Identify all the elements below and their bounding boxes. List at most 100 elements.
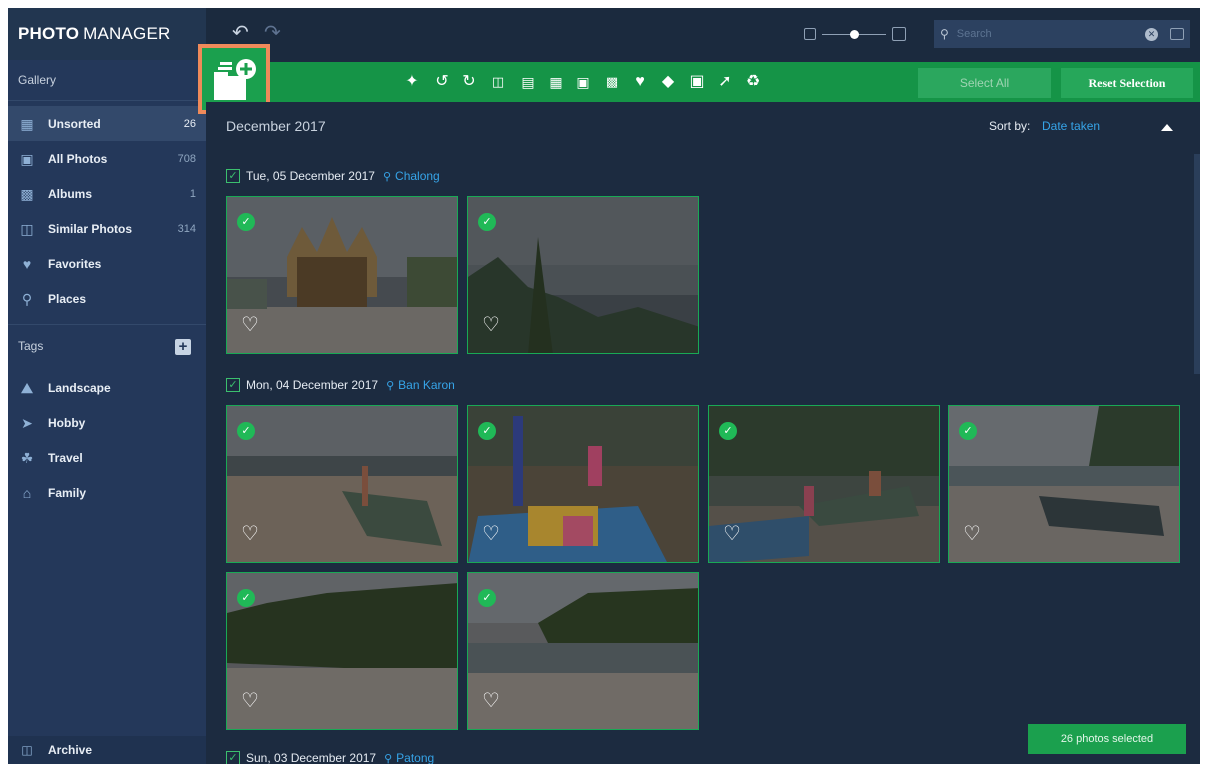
favorite-heart-icon[interactable]: ♡ <box>723 524 741 544</box>
rotate-right-icon[interactable]: ↻ <box>459 72 479 92</box>
photo-boat-beach <box>227 406 457 562</box>
favorite-heart-icon[interactable]: ♡ <box>241 524 259 544</box>
sidebar-item-count: 1 <box>189 187 196 200</box>
places-icon: ⚲ <box>21 290 33 307</box>
rotate-left-icon[interactable]: ↺ <box>432 72 452 92</box>
photo-thumbnail[interactable]: ✓ ♡ <box>708 405 940 563</box>
add-to-album-icon[interactable]: ▣ <box>687 72 707 92</box>
heart-icon[interactable]: ♥ <box>630 72 650 92</box>
tag-icon[interactable]: ◆ <box>658 72 678 92</box>
photo-gate <box>227 197 457 353</box>
favorite-heart-icon[interactable]: ♡ <box>241 315 259 335</box>
clear-search-icon[interactable]: ✕ <box>1145 27 1158 41</box>
photo-thumbnail[interactable]: ✓ ♡ <box>226 405 458 563</box>
landscape-icon: ⛰ <box>21 379 33 396</box>
add-photos-icon <box>214 59 256 100</box>
sidebar-item-albums[interactable]: ▩ Albums 1 <box>8 176 206 211</box>
selected-check-icon[interactable]: ✓ <box>237 213 255 231</box>
small-thumbnail-icon[interactable] <box>804 28 816 40</box>
sidebar-item-label: Unsorted <box>48 116 101 131</box>
day-select-checkbox[interactable]: ✓ <box>226 378 240 392</box>
selected-check-icon[interactable]: ✓ <box>478 213 496 231</box>
search-input[interactable] <box>956 28 1145 40</box>
sidebar-item-travel[interactable]: ☘ Travel <box>8 440 206 475</box>
selected-check-icon[interactable]: ✓ <box>719 422 737 440</box>
large-thumbnail-icon[interactable] <box>892 27 906 41</box>
collapse-arrow-icon[interactable] <box>1161 124 1173 131</box>
magic-wand-icon[interactable]: ✦ <box>402 72 422 92</box>
selected-check-icon[interactable]: ✓ <box>478 422 496 440</box>
selected-check-icon[interactable]: ✓ <box>237 589 255 607</box>
add-tag-button[interactable]: + <box>175 339 191 355</box>
reset-selection-button[interactable]: Reset Selection <box>1061 68 1193 98</box>
sidebar-item-label: Landscape <box>48 380 111 395</box>
photo-thumbnail[interactable]: ✓ ♡ <box>467 196 699 354</box>
sidebar-item-places[interactable]: ⚲ Places <box>8 281 206 316</box>
sidebar: Gallery ▦ Unsorted 26 ▣ All Photos 708 ▩… <box>8 60 206 764</box>
undo-icon[interactable]: ↶ <box>232 22 249 44</box>
crop-icon[interactable]: ▦ <box>546 72 566 92</box>
calendar-icon[interactable] <box>1170 28 1184 40</box>
sidebar-item-label: Travel <box>48 450 83 465</box>
sidebar-item-favorites[interactable]: ♥ Favorites <box>8 246 206 281</box>
flip-vertical-icon[interactable]: ▤ <box>518 72 538 92</box>
photo-beach-trees <box>227 573 457 729</box>
sidebar-item-label: All Photos <box>48 151 108 166</box>
app-title-light: MANAGER <box>83 24 171 43</box>
day-select-checkbox[interactable]: ✓ <box>226 751 240 764</box>
slider-knob[interactable] <box>850 30 859 39</box>
photo-thumbnail[interactable]: ✓ ♡ <box>226 572 458 730</box>
favorite-heart-icon[interactable]: ♡ <box>482 691 500 711</box>
photo-thumbnail[interactable]: ✓ ♡ <box>467 572 699 730</box>
share-icon[interactable]: ➚ <box>715 72 735 92</box>
sidebar-item-family[interactable]: ⌂ Family <box>8 475 206 510</box>
photo-thumbnail[interactable]: ✓ ♡ <box>467 405 699 563</box>
favorite-heart-icon[interactable]: ♡ <box>963 524 981 544</box>
sidebar-item-landscape[interactable]: ⛰ Landscape <box>8 370 206 405</box>
day-place-link[interactable]: Ban Karon <box>398 378 455 392</box>
sidebar-item-count: 314 <box>177 222 196 235</box>
sidebar-item-all-photos[interactable]: ▣ All Photos 708 <box>8 141 206 176</box>
favorite-heart-icon[interactable]: ♡ <box>482 315 500 335</box>
scrollbar[interactable] <box>1194 154 1200 374</box>
sidebar-item-archive[interactable]: ◫ Archive <box>8 736 206 764</box>
day-place-link[interactable]: Chalong <box>395 169 440 183</box>
photo-boats-shore <box>709 406 939 562</box>
photo-manager-window: PHOTO MANAGER ↶ ↷ ⚲ ✕ Gallery ▦ Unsorted… <box>8 8 1200 764</box>
photo-colorful-boat <box>468 406 698 562</box>
selected-check-icon[interactable]: ✓ <box>478 589 496 607</box>
sidebar-item-hobby[interactable]: ➤ Hobby <box>8 405 206 440</box>
sort-dropdown[interactable]: Date taken <box>1042 119 1100 133</box>
heart-icon: ♥ <box>22 255 32 272</box>
sidebar-item-label: Similar Photos <box>48 221 133 236</box>
day-select-checkbox[interactable]: ✓ <box>226 169 240 183</box>
convert-icon[interactable]: ▩ <box>602 72 622 92</box>
selected-check-icon[interactable]: ✓ <box>959 422 977 440</box>
day-date: Tue, 05 December 2017 <box>246 169 375 183</box>
thumbnail-size-slider[interactable] <box>804 27 914 42</box>
day-header: ✓ Sun, 03 December 2017 ⚲ Patong <box>226 750 434 764</box>
redo-icon[interactable]: ↷ <box>264 22 281 44</box>
favorite-heart-icon[interactable]: ♡ <box>241 691 259 711</box>
day-place-link[interactable]: Patong <box>396 751 434 764</box>
photo-thumbnail[interactable]: ✓ ♡ <box>948 405 1180 563</box>
sidebar-item-similar-photos[interactable]: ◫ Similar Photos 314 <box>8 211 206 246</box>
sidebar-item-label: Hobby <box>48 415 86 430</box>
similar-photos-icon: ◫ <box>20 220 34 237</box>
delete-icon[interactable]: ♻ <box>743 72 763 92</box>
day-date: Mon, 04 December 2017 <box>246 378 379 392</box>
divider <box>8 100 206 101</box>
favorite-heart-icon[interactable]: ♡ <box>482 524 500 544</box>
sidebar-item-label: Family <box>48 485 87 500</box>
gallery-section-label: Gallery <box>18 73 57 87</box>
sidebar-item-label: Archive <box>48 743 93 757</box>
selected-check-icon[interactable]: ✓ <box>237 422 255 440</box>
family-icon: ⌂ <box>22 484 32 501</box>
photo-thumbnail[interactable]: ✓ ♡ <box>226 196 458 354</box>
resize-icon[interactable]: ▣ <box>573 72 593 92</box>
sidebar-item-unsorted[interactable]: ▦ Unsorted 26 <box>8 106 206 141</box>
unsorted-icon: ▦ <box>20 115 34 132</box>
flip-horizontal-icon[interactable]: ◫ <box>488 72 508 92</box>
day-header: ✓ Tue, 05 December 2017 ⚲ Chalong <box>226 168 440 184</box>
select-all-button[interactable]: Select All <box>918 68 1051 98</box>
